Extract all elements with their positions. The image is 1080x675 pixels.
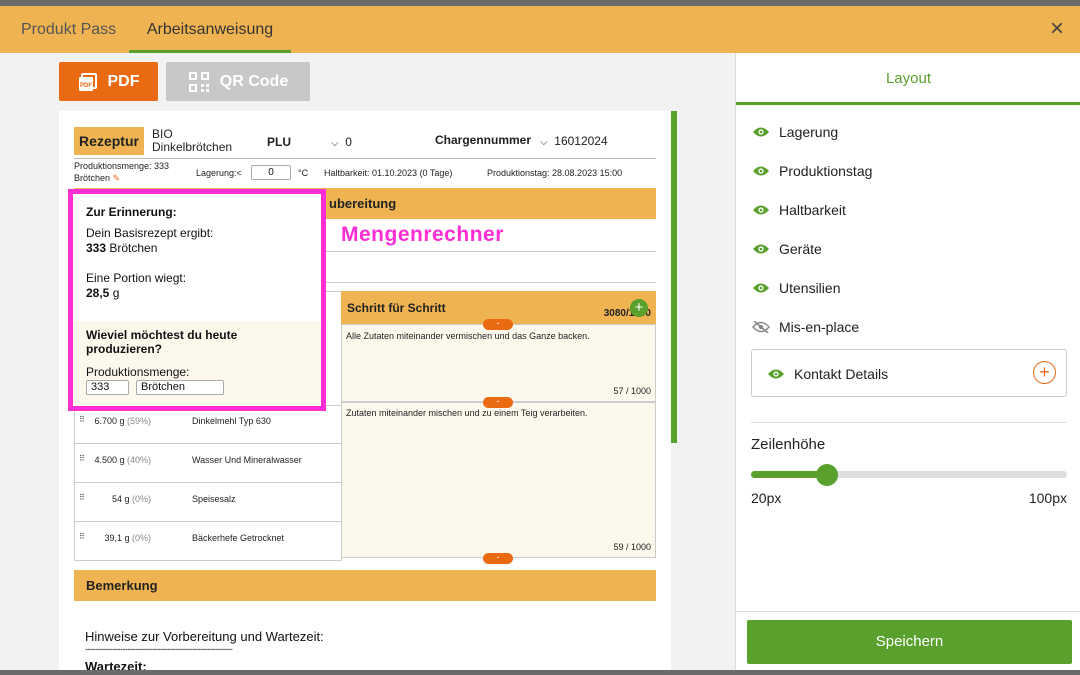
popup-question: Wieviel möchtest du heute produzieren? [86, 328, 238, 356]
step-count: 59 / 1000 [613, 542, 651, 552]
produktionstag-text: Produktionstag: 28.08.2023 15:00 [487, 168, 623, 178]
recipe-name: BIO Dinkelbrötchen [152, 127, 233, 154]
qr-button-label: QR Code [219, 72, 289, 90]
layout-toggle-lagerung[interactable]: Lagerung [752, 122, 838, 142]
divider [751, 422, 1067, 423]
pdf-icon: PDF [78, 72, 97, 91]
plu-select[interactable]: ⌵ 0 [331, 135, 352, 149]
lagerung-unit: °C [298, 168, 309, 178]
collapse-pill[interactable]: - [483, 553, 513, 564]
eye-off-icon[interactable] [752, 321, 770, 333]
layout-toggle-haltbarkeit[interactable]: Haltbarkeit [752, 200, 846, 220]
layout-toggle-produktionstag[interactable]: Produktionstag [752, 161, 872, 181]
pdf-button[interactable]: PDF PDF [59, 62, 158, 101]
panel-divider [736, 611, 1080, 612]
portion-label: Eine Portion wiegt: [86, 271, 187, 285]
slider-handle[interactable] [816, 464, 838, 486]
wartezeit-label: Wartezeit: [85, 659, 147, 670]
qr-code-button[interactable]: QR Code [166, 62, 310, 101]
divider [74, 158, 656, 159]
tab-arbeitsanweisung[interactable]: Arbeitsanweisung [129, 6, 291, 53]
lagerung-label: Lagerung:< [196, 168, 242, 178]
kontakt-details-box[interactable]: Kontakt Details + [751, 349, 1067, 397]
prodmenge-unit: Brötchen ✎ [74, 173, 121, 183]
layout-toggle-mis-en-place[interactable]: Mis-en-place [752, 317, 859, 337]
production-quantity-input[interactable]: 333 [86, 380, 129, 395]
prodmenge-label: Produktionsmenge: 333 [74, 161, 170, 171]
popup-title: Zur Erinnerung: [86, 205, 177, 219]
basis-label: Dein Basisrezept ergibt: [86, 226, 214, 240]
haltbarkeit-text: Haltbarkeit: 01.10.2023 (0 Tage) [324, 168, 453, 178]
collapse-pill[interactable]: - [483, 319, 513, 330]
ingredient-row[interactable]: ⠿ 54 g (0%) Speisesalz [74, 483, 342, 522]
drag-handle-icon[interactable]: ⠿ [79, 415, 85, 424]
step-card[interactable]: Alle Zutaten miteinander vermischen und … [341, 324, 656, 402]
tab-produkt-pass[interactable]: Produkt Pass [21, 6, 116, 53]
step-count: 57 / 1000 [613, 386, 651, 396]
drag-handle-icon[interactable]: ⠿ [79, 532, 85, 541]
drag-handle-icon[interactable]: ⠿ [79, 493, 85, 502]
modal-window: Produkt Pass Arbeitsanweisung × PDF PDF … [0, 6, 1080, 670]
eye-icon[interactable] [752, 204, 770, 216]
mengenrechner-popup: Zur Erinnerung: Dein Basisrezept ergibt:… [68, 189, 326, 411]
plu-label: PLU [267, 135, 291, 149]
rezeptur-badge: Rezeptur [74, 127, 144, 155]
qr-icon [188, 71, 209, 92]
portion-value: 28,5 g [86, 286, 120, 300]
step-card[interactable]: Zutaten miteinander mischen und zu einem… [341, 402, 656, 558]
slider-min-label: 20px [751, 490, 782, 506]
line-height-slider[interactable] [751, 464, 1067, 486]
zeilenhoehe-label: Zeilenhöhe [751, 436, 826, 453]
lagerung-input[interactable]: 0 [251, 165, 291, 180]
document-scrollbar[interactable] [671, 111, 677, 443]
bemerkung-header: Bemerkung [74, 570, 656, 601]
layout-toggle-geraete[interactable]: Geräte [752, 239, 822, 259]
layout-panel: Layout Lagerung Produktionstag Haltbarke… [735, 53, 1080, 670]
svg-text:PDF: PDF [80, 83, 92, 89]
eye-icon[interactable] [752, 126, 770, 138]
charge-label: Chargennummer [435, 133, 532, 147]
drag-handle-icon[interactable]: ⠿ [79, 454, 85, 463]
production-unit-field[interactable]: Brötchen [136, 380, 224, 395]
layout-title: Layout [736, 53, 1080, 105]
close-icon[interactable]: × [1050, 15, 1064, 43]
add-step-plus-icon[interactable]: + [630, 299, 648, 317]
popup-input-section: Wieviel möchtest du heute produzieren? P… [73, 321, 321, 406]
pencil-icon[interactable]: ✎ [113, 173, 121, 183]
collapse-pill[interactable]: - [483, 397, 513, 408]
chevron-down-icon: ⌵ [540, 137, 548, 148]
prod-label: Produktionsmenge: [86, 365, 190, 379]
mengenrechner-annotation: Mengenrechner [341, 223, 504, 246]
plus-circle-icon[interactable]: + [1033, 361, 1056, 384]
chevron-down-icon: ⌵ [331, 138, 339, 149]
eye-icon[interactable] [752, 282, 770, 294]
tab-bar: Produkt Pass Arbeitsanweisung × [0, 6, 1080, 53]
ingredient-row[interactable]: ⠿ 39,1 g (0%) Bäckerhefe Getrocknet [74, 522, 342, 561]
hinweise-text: Hinweise zur Vorbereitung und Wartezeit: [85, 629, 324, 644]
eye-icon[interactable] [752, 165, 770, 177]
layout-toggle-kontakt[interactable]: Kontakt Details [767, 364, 888, 384]
layout-toggle-utensilien[interactable]: Utensilien [752, 278, 840, 298]
slider-max-label: 100px [1028, 490, 1067, 506]
charge-select[interactable]: ⌵ 16012024 [540, 134, 608, 148]
basis-value: 333 Brötchen [86, 241, 158, 255]
save-button[interactable]: Speichern [747, 620, 1072, 664]
eye-icon[interactable] [767, 368, 785, 380]
eye-icon[interactable] [752, 243, 770, 255]
dashes-line: ----------------------------------------… [85, 644, 233, 654]
ingredient-row[interactable]: ⠿ 4.500 g (40%) Wasser Und Mineralwasser [74, 444, 342, 483]
pdf-button-label: PDF [107, 72, 140, 90]
